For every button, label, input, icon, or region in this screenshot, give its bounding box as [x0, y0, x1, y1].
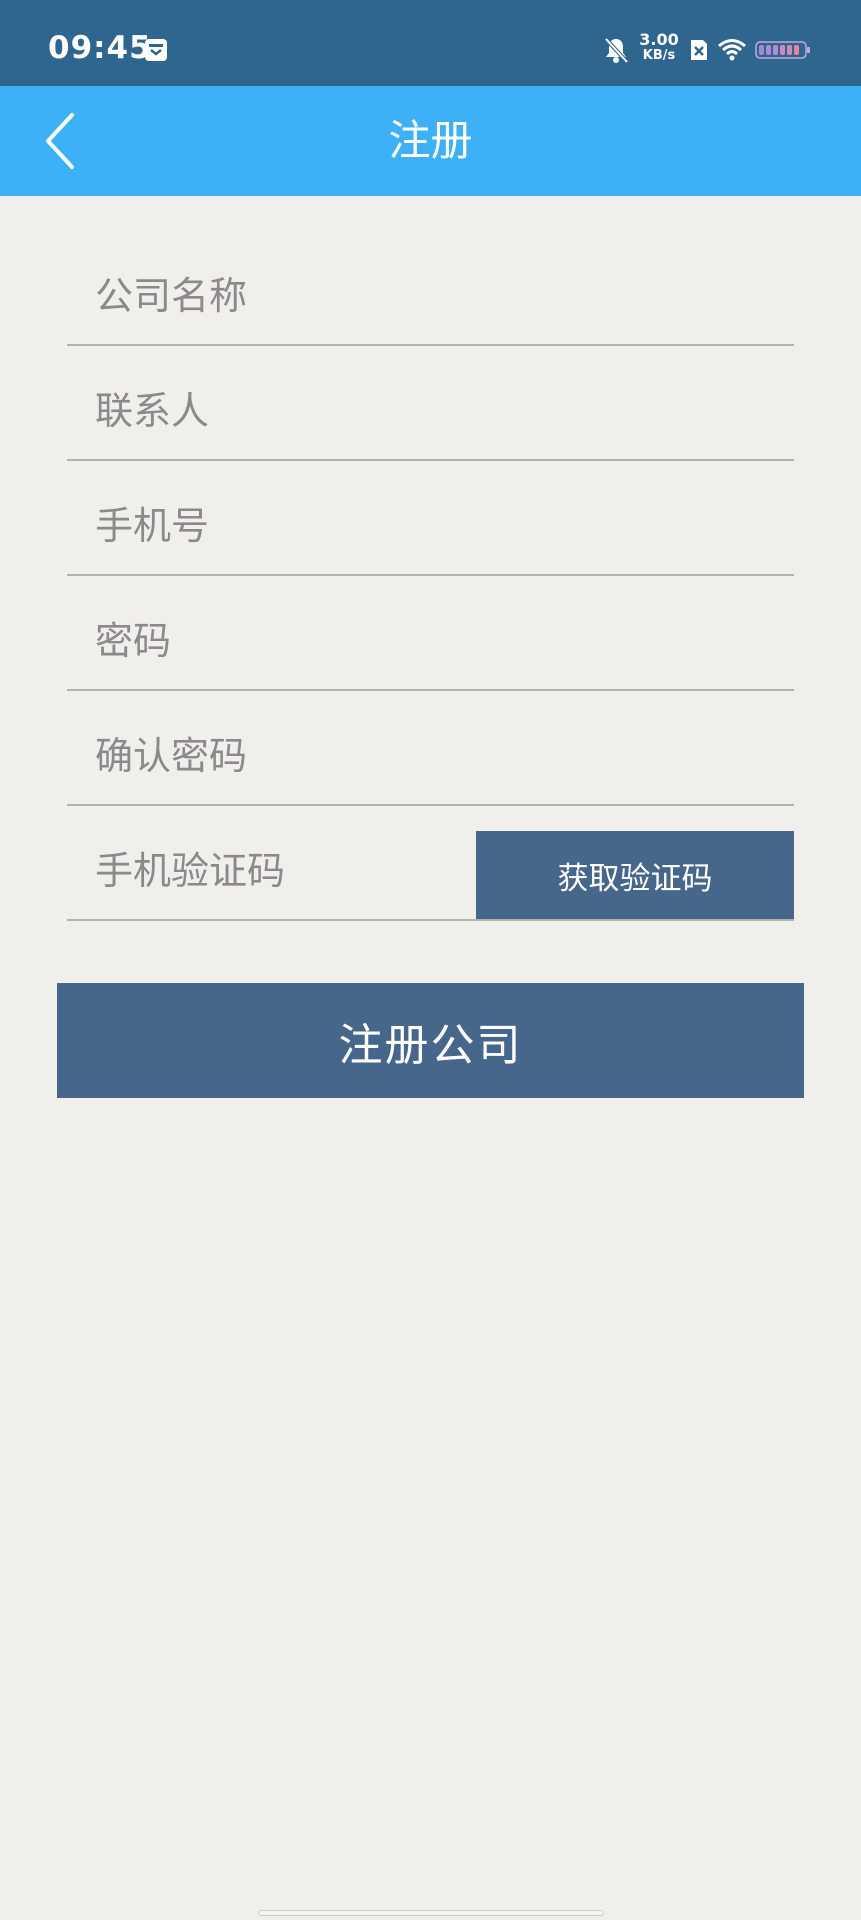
password-input[interactable] [95, 609, 755, 673]
registration-form: 获取验证码 [67, 196, 794, 921]
contact-field [67, 346, 794, 461]
sms-code-input[interactable] [95, 839, 455, 903]
network-speed: 3.00 KB/s [637, 32, 681, 64]
network-speed-value: 3.00 [639, 30, 679, 49]
status-time: 09:45 [48, 30, 152, 66]
phone-field [67, 461, 794, 576]
sms-code-field: 获取验证码 [67, 806, 794, 921]
network-speed-unit: KB/s [642, 48, 676, 63]
home-indicator[interactable] [258, 1910, 604, 1916]
password-field [67, 576, 794, 691]
confirm-password-field [67, 691, 794, 806]
register-company-button[interactable]: 注册公司 [57, 983, 804, 1098]
bell-muted-icon [604, 37, 629, 64]
wifi-icon [718, 39, 746, 61]
company-name-field [67, 196, 794, 346]
get-code-button[interactable]: 获取验证码 [476, 831, 794, 919]
phone-input[interactable] [95, 494, 755, 558]
page-title: 注册 [388, 116, 473, 165]
app-notification-icon [145, 39, 167, 61]
company-name-input[interactable] [95, 264, 755, 328]
battery-icon [755, 41, 810, 59]
sim-off-icon [691, 40, 707, 60]
status-bar: 09:45 3.00 KB/s [0, 0, 861, 86]
contact-input[interactable] [95, 379, 755, 443]
confirm-password-input[interactable] [95, 724, 755, 788]
app-bar: 注册 [0, 86, 861, 196]
